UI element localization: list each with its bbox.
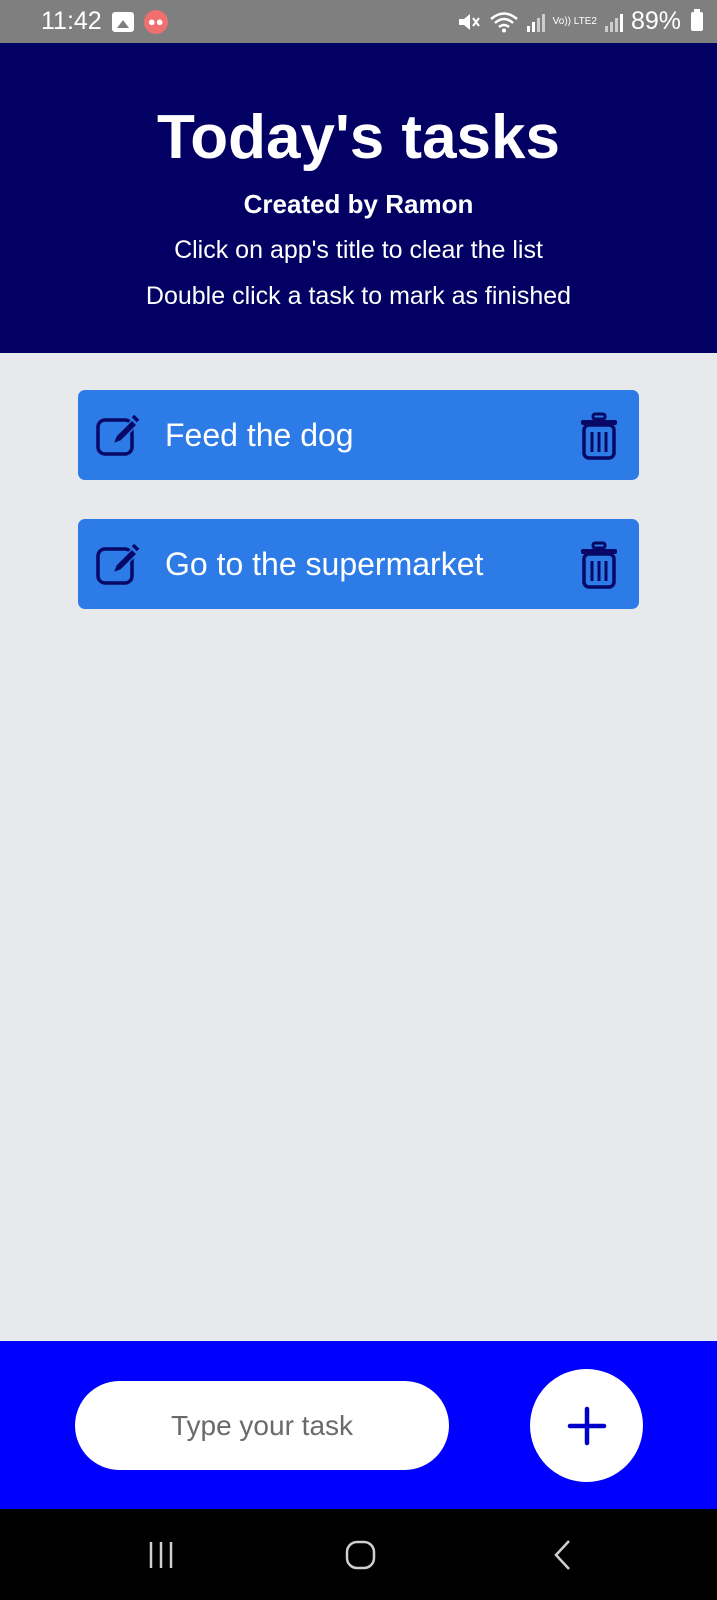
system-nav-bar: [0, 1509, 717, 1600]
status-right: Vo)) LTE2 89%: [457, 7, 703, 36]
people-icon: ●●: [143, 9, 168, 34]
mute-icon: [457, 11, 481, 33]
edit-icon[interactable]: [96, 414, 140, 456]
signal-icon: [604, 12, 623, 32]
gallery-icon: [111, 11, 134, 32]
author-credit: Created by Ramon: [243, 189, 474, 219]
clear-list-hint: Click on app's title to clear the list: [174, 236, 543, 264]
home-icon[interactable]: [337, 1531, 385, 1579]
network-label: Vo)) LTE2: [552, 15, 597, 27]
task-input-bar: [0, 1341, 717, 1509]
signal-icon: [526, 12, 545, 32]
status-time: 11:42: [41, 7, 102, 35]
task-text: Feed the dog: [165, 417, 354, 453]
trash-icon[interactable]: [579, 412, 619, 460]
recent-apps-icon[interactable]: [137, 1531, 185, 1579]
task-text: Go to the supermarket: [165, 546, 484, 582]
status-left: 11:42 ●●: [41, 7, 168, 36]
app-title[interactable]: Today's tasks: [0, 103, 717, 173]
back-icon[interactable]: [538, 1531, 586, 1579]
battery-percent: 89%: [630, 7, 681, 35]
trash-icon[interactable]: [579, 541, 619, 589]
task-item[interactable]: Go to the supermarket: [78, 519, 639, 609]
task-input[interactable]: [75, 1381, 449, 1470]
battery-icon: [691, 9, 703, 31]
plus-icon: [567, 1406, 606, 1445]
wifi-icon: [489, 11, 519, 33]
status-bar: 11:42 ●● Vo)) LTE2 89%: [0, 0, 717, 43]
edit-icon[interactable]: [96, 543, 140, 585]
app-header: Today's tasks Created by Ramon Click on …: [0, 43, 717, 353]
finish-task-hint: Double click a task to mark as finished: [145, 282, 572, 310]
task-item[interactable]: Feed the dog: [78, 390, 639, 480]
task-list: Feed the dog Go to the supermarket: [78, 390, 639, 648]
add-task-button[interactable]: [530, 1369, 643, 1482]
